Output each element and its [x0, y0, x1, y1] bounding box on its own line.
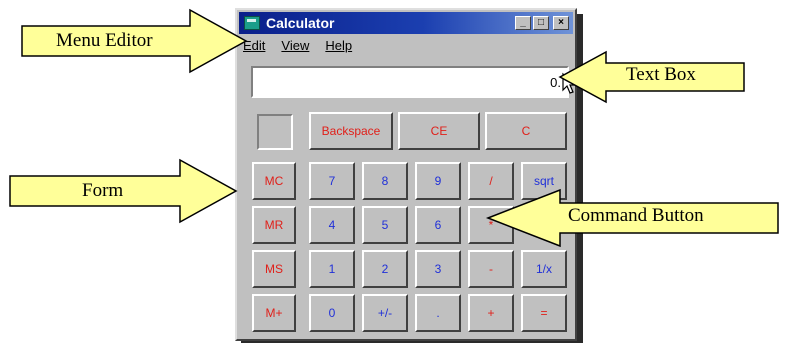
subtract-button[interactable]: - — [468, 250, 514, 288]
form-label: Form — [82, 180, 124, 201]
memory-indicator — [257, 114, 293, 150]
mplus-button[interactable]: M+ — [252, 294, 296, 332]
menu-bar: Edit View Help — [241, 38, 352, 58]
command-button-label: Command Button — [568, 205, 704, 226]
display-text-box[interactable]: 0. — [251, 66, 569, 98]
text-box-label: Text Box — [626, 64, 696, 85]
digit-6-button[interactable]: 6 — [415, 206, 461, 244]
ce-button[interactable]: CE — [398, 112, 480, 150]
menu-help[interactable]: Help — [325, 38, 352, 58]
reciprocal-button[interactable]: 1/x — [521, 250, 567, 288]
close-button[interactable]: × — [553, 16, 569, 30]
backspace-button[interactable]: Backspace — [309, 112, 393, 150]
menu-view[interactable]: View — [281, 38, 309, 58]
digit-7-button[interactable]: 7 — [309, 162, 355, 200]
form-callout: Form — [8, 158, 240, 224]
equals-button[interactable]: = — [521, 294, 567, 332]
digit-2-button[interactable]: 2 — [362, 250, 408, 288]
text-box-callout: Text Box — [556, 50, 748, 104]
digit-8-button[interactable]: 8 — [362, 162, 408, 200]
add-button[interactable]: + — [468, 294, 514, 332]
menu-editor-label: Menu Editor — [56, 30, 153, 51]
clear-button[interactable]: C — [485, 112, 567, 150]
window-title: Calculator — [266, 15, 335, 31]
mc-button[interactable]: MC — [252, 162, 296, 200]
command-button-callout: Command Button — [484, 188, 782, 248]
maximize-button[interactable]: □ — [533, 16, 549, 30]
title-bar[interactable]: Calculator _ □ × — [239, 12, 573, 34]
calculator-window: Calculator _ □ × Edit View Help 0. Backs… — [235, 8, 577, 341]
decimal-button[interactable]: . — [415, 294, 461, 332]
minimize-button[interactable]: _ — [515, 16, 531, 30]
digit-1-button[interactable]: 1 — [309, 250, 355, 288]
digit-3-button[interactable]: 3 — [415, 250, 461, 288]
digit-5-button[interactable]: 5 — [362, 206, 408, 244]
right-arrow-icon — [9, 158, 238, 224]
digit-4-button[interactable]: 4 — [309, 206, 355, 244]
menu-editor-callout: Menu Editor — [20, 8, 250, 74]
sign-toggle-button[interactable]: +/- — [362, 294, 408, 332]
mr-button[interactable]: MR — [252, 206, 296, 244]
ms-button[interactable]: MS — [252, 250, 296, 288]
digit-9-button[interactable]: 9 — [415, 162, 461, 200]
digit-0-button[interactable]: 0 — [309, 294, 355, 332]
